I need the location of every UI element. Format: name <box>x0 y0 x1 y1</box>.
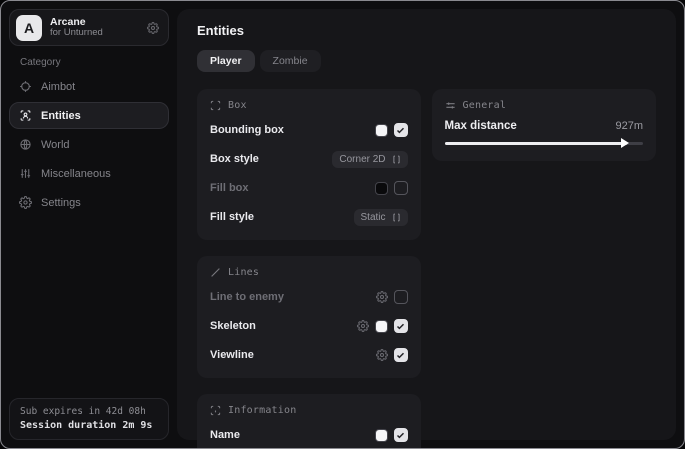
sidebar-item-entities[interactable]: Entities <box>9 102 169 129</box>
checkbox-skeleton[interactable] <box>394 319 408 333</box>
panel-title: Information <box>228 405 296 416</box>
setting-row-max-distance: Max distance 927m <box>445 120 643 132</box>
sub-expiry-text: Sub expires in 42d 08h <box>20 406 158 417</box>
panel-title: General <box>463 100 507 111</box>
page-title: Entities <box>197 23 656 38</box>
globe-icon <box>19 138 32 151</box>
setting-row-viewline: Viewline <box>210 345 408 365</box>
sidebar-nav: Aimbot Entities World Miscellaneous <box>1 73 177 216</box>
information-panel-header: Information <box>210 405 408 416</box>
diagonal-line-icon <box>210 267 221 278</box>
tab-player[interactable]: Player <box>197 50 255 72</box>
box-panel: Box Bounding box Box style <box>197 89 421 240</box>
crosshair-icon <box>19 80 32 93</box>
sidebar-item-label: World <box>41 139 70 151</box>
sidebar-item-label: Settings <box>41 197 81 209</box>
general-panel: General Max distance 927m <box>432 89 656 161</box>
scan-info-icon <box>210 405 221 416</box>
main-panel: Entities Player Zombie Box Bounding box <box>177 9 676 440</box>
row-settings-gear-icon[interactable] <box>376 349 388 361</box>
information-panel: Information Name Distance <box>197 394 421 449</box>
max-distance-slider[interactable] <box>445 142 643 145</box>
sidebar-item-label: Aimbot <box>41 81 75 93</box>
sidebar-item-settings[interactable]: Settings <box>9 189 169 216</box>
entities-scan-icon <box>19 109 32 122</box>
checkbox-fill-box[interactable] <box>394 181 408 195</box>
sidebar: A Arcane for Unturned Category Aimbot <box>1 1 177 448</box>
box-panel-header: Box <box>210 100 408 111</box>
sidebar-item-aimbot[interactable]: Aimbot <box>9 73 169 100</box>
checkbox-line-to-enemy[interactable] <box>394 290 408 304</box>
general-panel-header: General <box>445 100 643 111</box>
category-label: Category <box>20 57 177 68</box>
brackets-icon <box>392 213 401 222</box>
setting-row-fill-style: Fill style Static <box>210 207 408 227</box>
brand-text: Arcane for Unturned <box>50 16 103 39</box>
setting-row-box-style: Box style Corner 2D <box>210 149 408 169</box>
setting-row-bounding-box: Bounding box <box>210 120 408 140</box>
entity-tabs: Player Zombie <box>197 50 656 72</box>
tab-zombie[interactable]: Zombie <box>260 50 321 72</box>
color-swatch[interactable] <box>375 429 388 442</box>
max-distance-value: 927m <box>615 120 643 132</box>
gear-icon <box>19 196 32 209</box>
lines-panel: Lines Line to enemy <box>197 256 421 378</box>
color-swatch[interactable] <box>375 124 388 137</box>
checkbox-name[interactable] <box>394 428 408 442</box>
sidebar-item-label: Miscellaneous <box>41 168 111 180</box>
color-swatch[interactable] <box>375 182 388 195</box>
slider-fill <box>445 142 628 145</box>
panel-title: Lines <box>228 267 259 278</box>
brand-card: A Arcane for Unturned <box>9 9 169 46</box>
row-settings-gear-icon[interactable] <box>376 291 388 303</box>
setting-row-line-to-enemy: Line to enemy <box>210 287 408 307</box>
color-swatch[interactable] <box>375 320 388 333</box>
brackets-icon <box>392 155 401 164</box>
slider-thumb[interactable] <box>621 138 629 148</box>
row-settings-gear-icon[interactable] <box>357 320 369 332</box>
sliders-icon <box>445 100 456 111</box>
setting-row-fill-box: Fill box <box>210 178 408 198</box>
checkbox-viewline[interactable] <box>394 348 408 362</box>
lines-panel-header: Lines <box>210 267 408 278</box>
setting-row-skeleton: Skeleton <box>210 316 408 336</box>
session-duration-text: Session duration 2m 9s <box>20 420 158 431</box>
sliders-vertical-icon <box>19 167 32 180</box>
app-subtitle: for Unturned <box>50 28 103 39</box>
app-logo: A <box>16 15 42 41</box>
subscription-status-card: Sub expires in 42d 08h Session duration … <box>9 398 169 440</box>
box-style-dropdown[interactable]: Corner 2D <box>332 151 407 168</box>
fill-style-dropdown[interactable]: Static <box>354 209 408 226</box>
setting-row-name: Name <box>210 425 408 445</box>
sidebar-item-world[interactable]: World <box>9 131 169 158</box>
sidebar-item-label: Entities <box>41 110 81 122</box>
checkbox-bounding-box[interactable] <box>394 123 408 137</box>
app-window: A Arcane for Unturned Category Aimbot <box>0 0 685 449</box>
sidebar-item-miscellaneous[interactable]: Miscellaneous <box>9 160 169 187</box>
scan-icon <box>210 100 221 111</box>
panel-title: Box <box>228 100 247 111</box>
gear-icon[interactable] <box>147 22 159 34</box>
